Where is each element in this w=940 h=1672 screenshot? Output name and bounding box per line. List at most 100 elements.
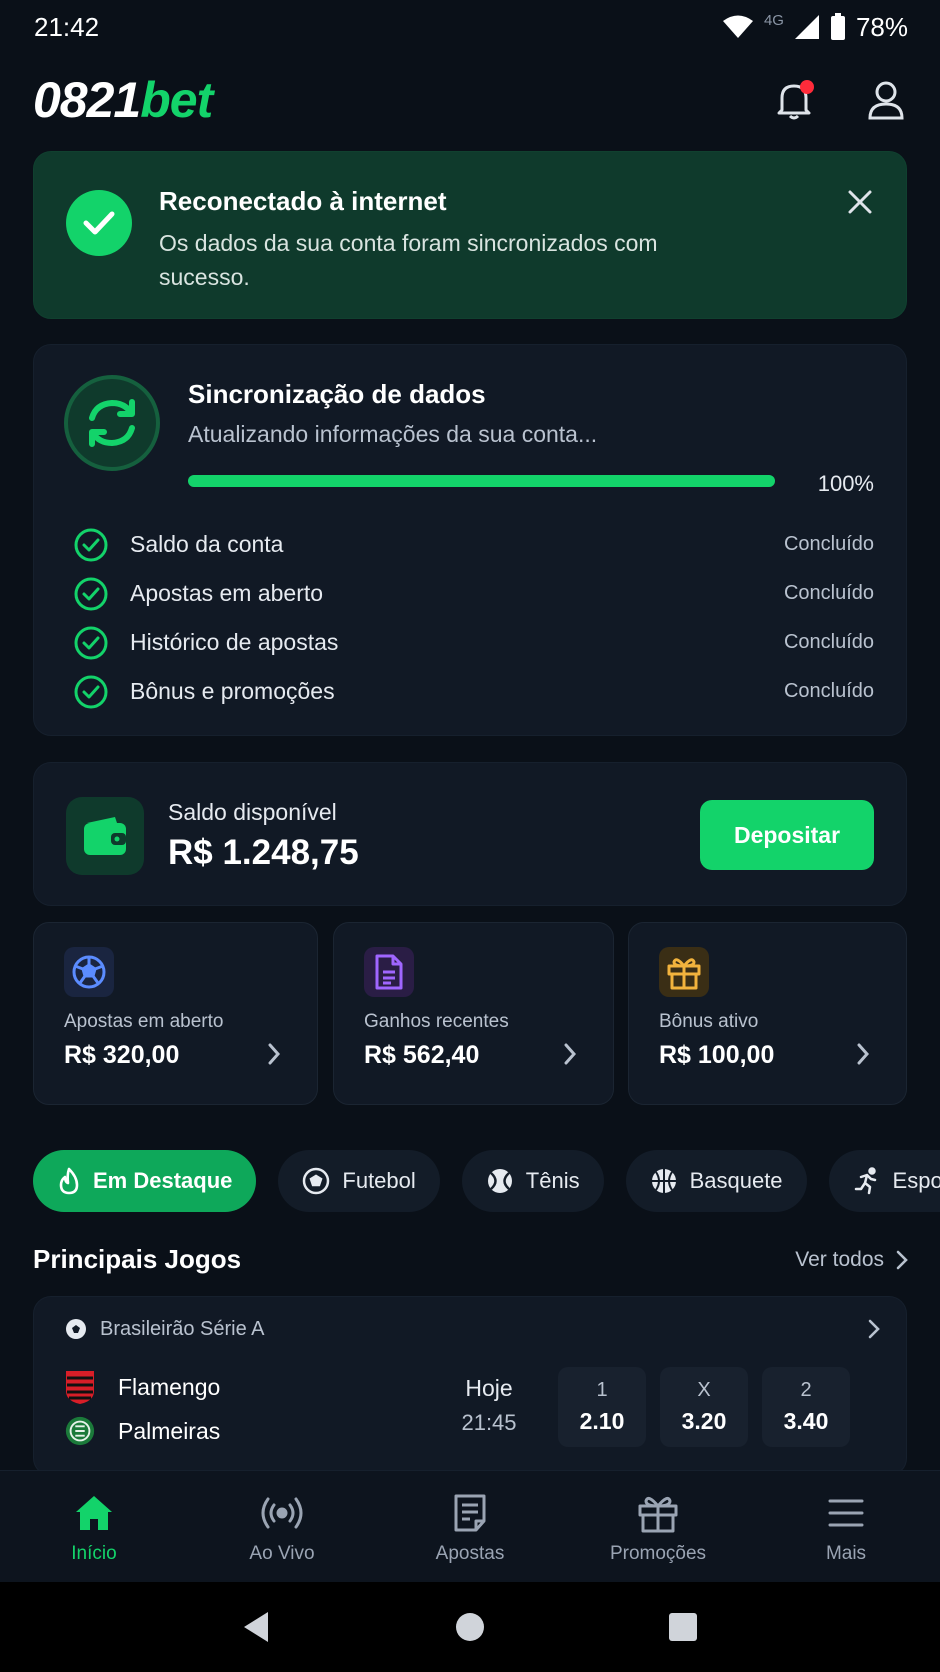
flame-icon bbox=[59, 1167, 79, 1195]
sync-item: Bônus e promoções Concluído bbox=[74, 667, 874, 716]
gift-icon bbox=[638, 1496, 678, 1533]
profile-button[interactable] bbox=[864, 78, 908, 122]
stat-value: R$ 320,00 bbox=[64, 1041, 180, 1069]
stat-card-active-bonus[interactable]: Bônus ativo R$ 100,00 bbox=[628, 922, 907, 1105]
match-hour: 21:45 bbox=[461, 1410, 517, 1435]
notifications-button[interactable] bbox=[772, 78, 816, 122]
sync-item-label: Bônus e promoções bbox=[130, 678, 335, 704]
sync-item-label: Apostas em aberto bbox=[130, 580, 324, 606]
sync-item: Saldo da conta Concluído bbox=[74, 520, 874, 569]
data-sync-card: Sincronização de dados Atualizando infor… bbox=[33, 344, 907, 736]
check-circle-icon bbox=[74, 577, 108, 610]
toast-title: Reconectado à internet bbox=[159, 186, 447, 216]
chevron-right-icon bbox=[856, 1039, 878, 1069]
chip-basketball[interactable]: Basquete bbox=[625, 1150, 807, 1212]
match-card[interactable]: Brasileirão Série A Flamengo Palmeiras H… bbox=[33, 1296, 907, 1476]
sync-icon bbox=[64, 375, 160, 471]
odd-button-home[interactable]: 1 2.10 bbox=[558, 1367, 646, 1447]
deposit-button[interactable]: Depositar bbox=[700, 800, 874, 870]
team-name: Flamengo bbox=[118, 1373, 221, 1400]
app-header: 0821bet bbox=[0, 64, 940, 136]
category-chips: Em Destaque Futebol Tênis Basquete Espor… bbox=[33, 1150, 940, 1212]
reconnected-toast: Reconectado à internet Os dados da sua c… bbox=[33, 151, 907, 319]
sync-progress-fill bbox=[188, 475, 775, 487]
sync-items-list: Saldo da conta Concluído Apostas em aber… bbox=[74, 520, 874, 716]
nav-bets[interactable]: Apostas bbox=[376, 1471, 564, 1582]
chip-tennis[interactable]: Tênis bbox=[461, 1150, 604, 1212]
check-circle-icon bbox=[74, 626, 108, 659]
see-all-link[interactable]: Ver todos bbox=[795, 1248, 908, 1272]
nav-label: Apostas bbox=[435, 1543, 505, 1564]
header-actions bbox=[772, 78, 908, 122]
flamengo-crest-icon bbox=[66, 1371, 94, 1404]
match-time: Hoje 21:45 bbox=[444, 1375, 534, 1436]
toast-close-button[interactable] bbox=[842, 184, 878, 220]
chip-label: Futebol bbox=[342, 1168, 416, 1193]
network-type: 4G bbox=[763, 11, 784, 29]
wifi-icon bbox=[722, 15, 753, 38]
recents-icon[interactable] bbox=[668, 1612, 698, 1642]
sync-item-status: Concluído bbox=[783, 582, 874, 604]
odd-value: 2.10 bbox=[579, 1408, 625, 1434]
battery-icon bbox=[830, 13, 845, 40]
wallet-icon bbox=[66, 797, 144, 875]
sync-progress-bar bbox=[188, 475, 775, 487]
chip-football[interactable]: Futebol bbox=[278, 1150, 440, 1212]
soccer-ball-icon bbox=[64, 947, 114, 997]
odd-value: 3.20 bbox=[681, 1408, 727, 1434]
chevron-right-icon bbox=[896, 1250, 908, 1270]
check-circle-icon bbox=[74, 528, 108, 561]
nav-live[interactable]: Ao Vivo bbox=[188, 1471, 376, 1582]
bets-icon bbox=[454, 1494, 486, 1532]
check-circle-icon bbox=[74, 675, 108, 708]
status-bar: 21:42 4G 78% bbox=[0, 0, 940, 54]
signal-icon bbox=[794, 15, 819, 39]
team-away: Palmeiras bbox=[64, 1414, 220, 1448]
chevron-right-icon bbox=[868, 1319, 880, 1344]
chip-label: Tênis bbox=[525, 1168, 580, 1193]
chip-featured[interactable]: Em Destaque bbox=[33, 1150, 257, 1212]
tennis-ball-icon bbox=[487, 1169, 512, 1193]
balance-label: Saldo disponível bbox=[168, 799, 337, 825]
odd-value: 3.40 bbox=[783, 1408, 829, 1434]
basketball-icon bbox=[651, 1169, 676, 1193]
section-title: Principais Jogos bbox=[33, 1244, 242, 1274]
user-icon bbox=[868, 81, 904, 120]
chevron-right-icon bbox=[563, 1039, 585, 1069]
palmeiras-crest-icon bbox=[65, 1416, 95, 1446]
odd-key: 2 bbox=[800, 1379, 812, 1401]
close-icon bbox=[848, 190, 872, 214]
live-icon bbox=[261, 1497, 303, 1529]
notification-dot bbox=[800, 80, 814, 94]
home-circle-icon[interactable] bbox=[455, 1612, 485, 1642]
stat-card-open-bets[interactable]: Apostas em aberto R$ 320,00 bbox=[33, 922, 318, 1105]
document-icon bbox=[364, 947, 414, 997]
nav-label: Ao Vivo bbox=[249, 1543, 315, 1564]
nav-promotions[interactable]: Promoções bbox=[564, 1471, 752, 1582]
sync-item-status: Concluído bbox=[783, 631, 874, 653]
stat-card-recent-wins[interactable]: Ganhos recentes R$ 562,40 bbox=[333, 922, 614, 1105]
back-icon[interactable] bbox=[242, 1610, 272, 1644]
success-check-icon bbox=[66, 190, 132, 256]
odd-button-away[interactable]: 2 3.40 bbox=[762, 1367, 850, 1447]
chip-esports[interactable]: Esport bbox=[828, 1150, 940, 1212]
sync-item-label: Histórico de apostas bbox=[130, 629, 339, 655]
see-all-label: Ver todos bbox=[795, 1248, 884, 1271]
soccer-ball-icon bbox=[303, 1167, 330, 1195]
sync-subtitle: Atualizando informações da sua conta... bbox=[188, 421, 598, 447]
stat-label: Apostas em aberto bbox=[64, 1011, 224, 1032]
bottom-navigation: Início Ao Vivo Apostas Promoções Mais bbox=[0, 1470, 940, 1582]
odd-key: 1 bbox=[596, 1379, 608, 1401]
battery-percent: 78% bbox=[855, 11, 908, 42]
sync-item: Histórico de apostas Concluído bbox=[74, 618, 874, 667]
balance-value: R$ 1.248,75 bbox=[168, 833, 359, 872]
league-row: Brasileirão Série A bbox=[64, 1317, 265, 1341]
nav-more[interactable]: Mais bbox=[752, 1471, 940, 1582]
nav-label: Mais bbox=[825, 1543, 867, 1564]
nav-home[interactable]: Início bbox=[0, 1471, 188, 1582]
odd-button-draw[interactable]: X 3.20 bbox=[660, 1367, 748, 1447]
brand-logo[interactable]: 0821bet bbox=[33, 71, 213, 129]
sync-item-status: Concluído bbox=[783, 680, 874, 702]
soccer-ball-icon bbox=[66, 1319, 86, 1339]
odd-key: X bbox=[697, 1379, 711, 1401]
